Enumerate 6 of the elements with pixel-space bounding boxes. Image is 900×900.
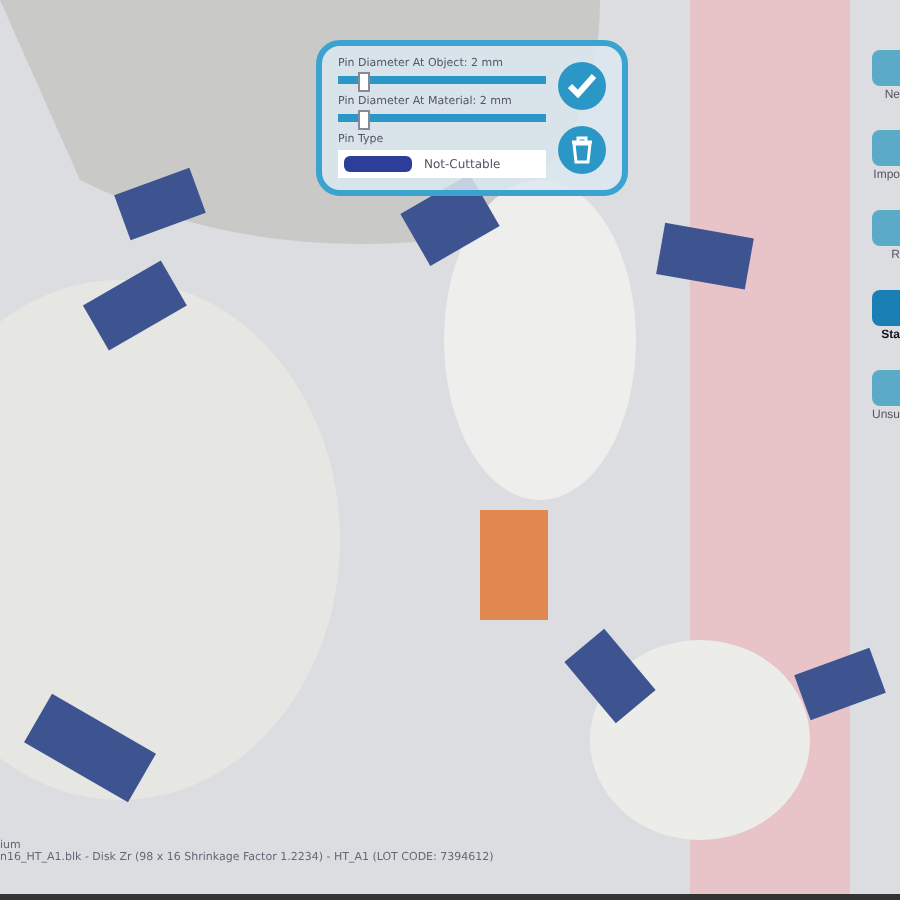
delete-button[interactable]: [558, 126, 606, 174]
trash-icon: [570, 136, 594, 164]
slider-thumb[interactable]: [358, 72, 371, 92]
slider-thumb[interactable]: [358, 110, 371, 130]
checkmark-icon: [568, 74, 596, 98]
confirm-button[interactable]: [558, 62, 606, 110]
